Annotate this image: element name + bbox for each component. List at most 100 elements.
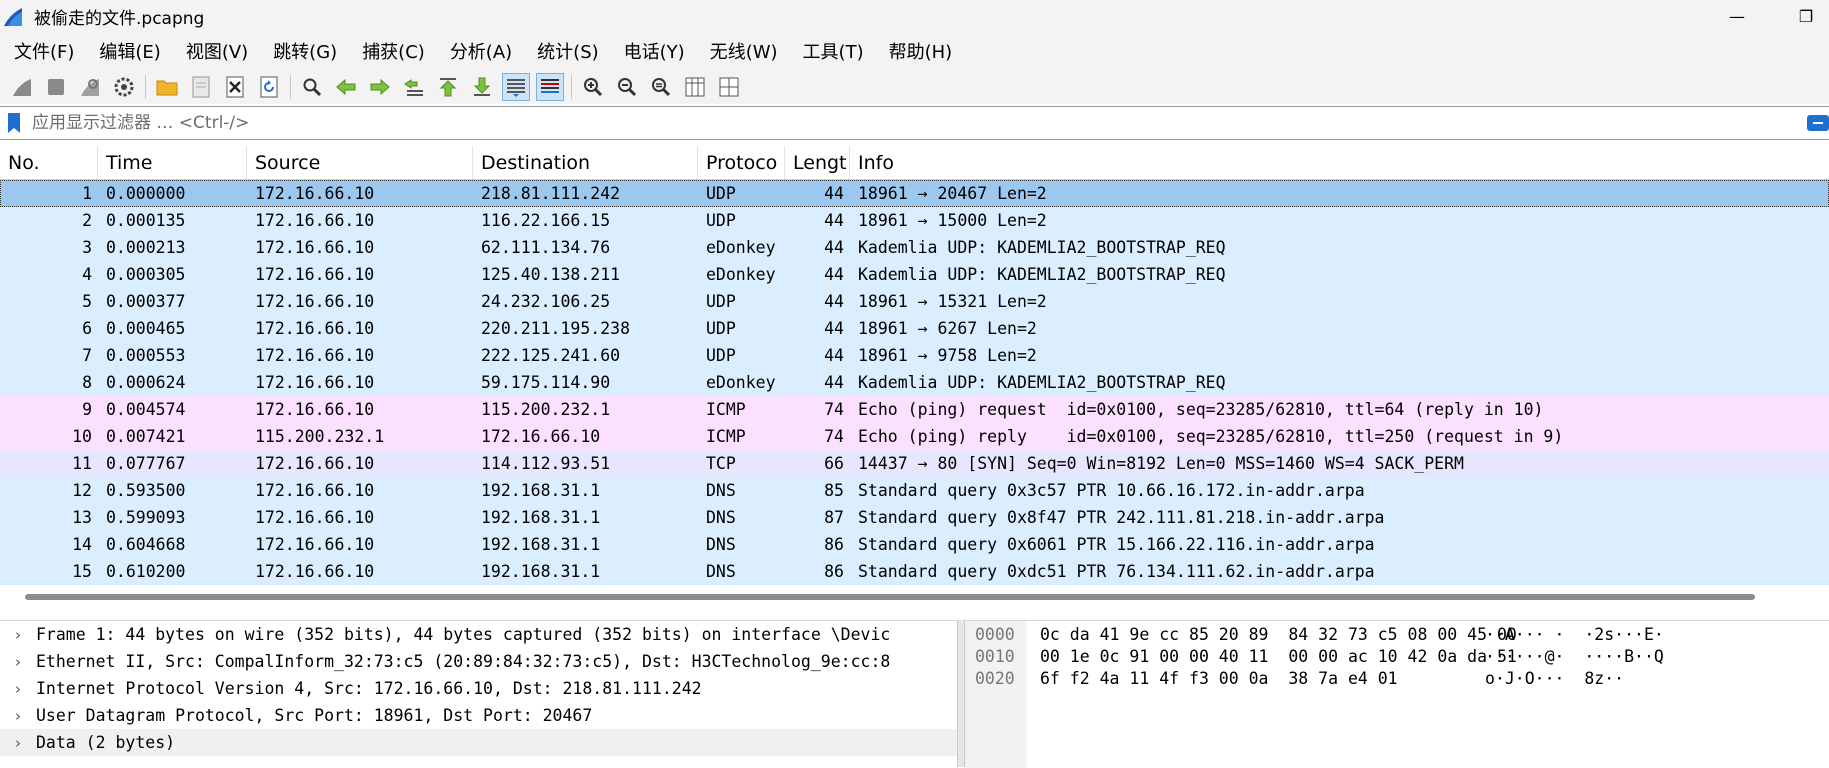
- resize-columns-button[interactable]: [681, 73, 709, 101]
- menu-tools[interactable]: 工具(T): [793, 38, 874, 64]
- menu-capture[interactable]: 捕获(C): [352, 38, 435, 64]
- detail-tree-item[interactable]: › User Datagram Protocol, Src Port: 18961…: [0, 702, 957, 729]
- packet-row[interactable]: 11 0.077767 172.16.66.10 114.112.93.51 TCP 66…: [0, 450, 1829, 477]
- menu-analyze[interactable]: 分析(A): [440, 38, 522, 64]
- display-filter-input[interactable]: [24, 108, 1829, 138]
- cell-length: 86: [824, 535, 844, 554]
- go-back-icon: [336, 78, 356, 95]
- zoom-reset-button[interactable]: [647, 73, 675, 101]
- menu-wireless[interactable]: 无线(W): [700, 38, 788, 64]
- open-file-button[interactable]: [153, 73, 181, 101]
- cell-destination: 192.168.31.1: [481, 508, 601, 527]
- close-file-button[interactable]: [221, 73, 249, 101]
- cell-time: 0.610200: [106, 562, 186, 581]
- chevron-right-icon[interactable]: ›: [0, 653, 36, 671]
- detail-tree-item[interactable]: › Internet Protocol Version 4, Src: 172.1…: [0, 675, 957, 702]
- pane-splitter[interactable]: [957, 620, 965, 767]
- packet-row[interactable]: 4 0.000305 172.16.66.10 125.40.138.211 eDonk…: [0, 261, 1829, 288]
- cell-protocol: UDP: [706, 184, 736, 203]
- detail-tree-item[interactable]: › Data (2 bytes): [0, 729, 957, 756]
- column-header-source[interactable]: Source: [247, 146, 473, 179]
- find-packet-button[interactable]: [298, 73, 326, 101]
- packet-row[interactable]: 8 0.000624 172.16.66.10 59.175.114.90 eDonke…: [0, 369, 1829, 396]
- packet-row[interactable]: 7 0.000553 172.16.66.10 222.125.241.60 UDP 44…: [0, 342, 1829, 369]
- menu-file[interactable]: 文件(F): [4, 38, 84, 64]
- zoom-reset-icon: [652, 77, 671, 96]
- column-header-no[interactable]: No.: [0, 146, 98, 179]
- layout-button[interactable]: [715, 73, 743, 101]
- cell-protocol: ICMP: [706, 427, 746, 446]
- cell-no: 10: [72, 427, 92, 446]
- capture-options-button[interactable]: [110, 73, 138, 101]
- maximize-button[interactable]: ❐: [1783, 0, 1829, 33]
- restart-icon: [81, 78, 99, 96]
- cell-time: 0.593500: [106, 481, 186, 500]
- cell-no: 1: [82, 184, 92, 203]
- cell-destination: 192.168.31.1: [481, 481, 601, 500]
- cell-length: 44: [824, 265, 844, 284]
- column-header-destination[interactable]: Destination: [473, 146, 698, 179]
- column-header-time[interactable]: Time: [98, 146, 247, 179]
- menu-statistics[interactable]: 统计(S): [527, 38, 608, 64]
- column-header-info[interactable]: Info: [850, 146, 1829, 179]
- cell-length: 86: [824, 562, 844, 581]
- cell-source: 172.16.66.10: [255, 346, 375, 365]
- restart-capture-button[interactable]: [76, 73, 104, 101]
- chevron-right-icon[interactable]: ›: [0, 707, 36, 725]
- packet-row[interactable]: 13 0.599093 172.16.66.10 192.168.31.1 DNS 87 S…: [0, 504, 1829, 531]
- packet-row[interactable]: 5 0.000377 172.16.66.10 24.232.106.25 UDP 44 1…: [0, 288, 1829, 315]
- packet-row[interactable]: 6 0.000465 172.16.66.10 220.211.195.238 UDP 4…: [0, 315, 1829, 342]
- cell-no: 14: [72, 535, 92, 554]
- detail-tree-item[interactable]: › Frame 1: 44 bytes on wire (352 bits), 4…: [0, 621, 957, 648]
- autoscroll-button[interactable]: [502, 72, 530, 101]
- zoom-out-button[interactable]: [613, 73, 641, 101]
- save-file-button[interactable]: [187, 73, 215, 101]
- cell-length: 44: [824, 211, 844, 230]
- chevron-right-icon[interactable]: ›: [0, 680, 36, 698]
- reload-file-button[interactable]: [255, 73, 283, 101]
- packet-row[interactable]: 9 0.004574 172.16.66.10 115.200.232.1 ICMP 74…: [0, 396, 1829, 423]
- zoom-in-button[interactable]: [579, 73, 607, 101]
- first-packet-button[interactable]: [434, 73, 462, 101]
- column-header-protocol[interactable]: Protoco: [698, 146, 785, 179]
- chevron-right-icon[interactable]: ›: [0, 626, 36, 644]
- minimize-button[interactable]: —: [1714, 0, 1760, 33]
- cell-time: 0.000377: [106, 292, 186, 311]
- cell-info: 18961 → 15321 Len=2: [858, 292, 1047, 311]
- menu-view[interactable]: 视图(V): [176, 38, 258, 64]
- menu-edit[interactable]: 编辑(E): [89, 38, 170, 64]
- apply-filter-icon[interactable]: [1805, 113, 1829, 133]
- colorize-button[interactable]: [536, 72, 564, 101]
- packet-list-hscrollbar[interactable]: [25, 594, 1755, 600]
- column-header-length[interactable]: Lengt: [785, 146, 850, 179]
- packet-row[interactable]: 2 0.000135 172.16.66.10 116.22.166.15 UDP 44 1…: [0, 207, 1829, 234]
- menu-go[interactable]: 跳转(G): [263, 38, 347, 64]
- go-back-button[interactable]: [332, 73, 360, 101]
- chevron-right-icon[interactable]: ›: [0, 734, 36, 752]
- packet-row[interactable]: 12 0.593500 172.16.66.10 192.168.31.1 DNS 85 S…: [0, 477, 1829, 504]
- bytes-row: 0020 6f f2 4a 11 4f f3 00 0a 38 7a e4 01…: [975, 669, 1625, 688]
- menu-telephony[interactable]: 电话(Y): [614, 38, 695, 64]
- start-capture-button[interactable]: [8, 73, 36, 101]
- packet-row[interactable]: 10 0.007421 115.200.232.1 172.16.66.10 ICMP 7…: [0, 423, 1829, 450]
- packet-row[interactable]: 15 0.610200 172.16.66.10 192.168.31.1 DNS 86 S…: [0, 558, 1829, 585]
- cell-protocol: TCP: [706, 454, 736, 473]
- cell-length: 44: [824, 184, 844, 203]
- cell-protocol: eDonkey: [706, 238, 776, 257]
- packet-row[interactable]: 14 0.604668 172.16.66.10 192.168.31.1 DNS 86 S…: [0, 531, 1829, 558]
- last-packet-button[interactable]: [468, 73, 496, 101]
- packet-row[interactable]: 1 0.000000 172.16.66.10 218.81.111.242 UDP 44…: [0, 180, 1829, 207]
- filter-bookmark-button[interactable]: [4, 110, 24, 136]
- cell-length: 74: [824, 400, 844, 419]
- cell-info: Kademlia UDP: KADEMLIA2_BOOTSTRAP_REQ: [858, 238, 1226, 257]
- detail-tree-item[interactable]: › Ethernet II, Src: CompalInform_32:73:c5…: [0, 648, 957, 675]
- cell-source: 172.16.66.10: [255, 319, 375, 338]
- go-to-packet-button[interactable]: [400, 73, 428, 101]
- menu-help[interactable]: 帮助(H): [879, 38, 963, 64]
- stop-capture-button[interactable]: [42, 73, 70, 101]
- go-forward-button[interactable]: [366, 73, 394, 101]
- cell-destination: 192.168.31.1: [481, 535, 601, 554]
- cell-source: 115.200.232.1: [255, 427, 385, 446]
- cell-length: 85: [824, 481, 844, 500]
- packet-row[interactable]: 3 0.000213 172.16.66.10 62.111.134.76 eDonke…: [0, 234, 1829, 261]
